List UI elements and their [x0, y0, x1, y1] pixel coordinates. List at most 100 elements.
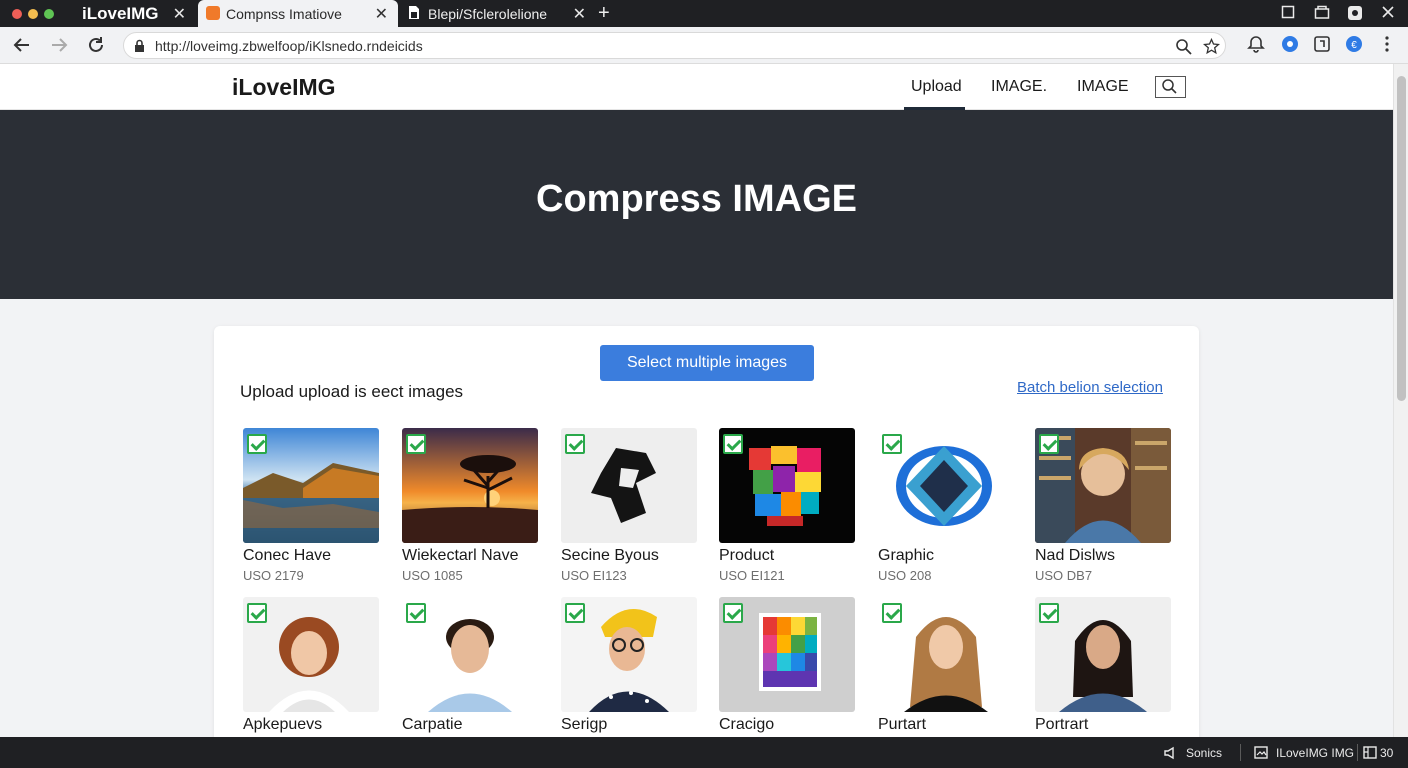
image-tile[interactable] [878, 597, 1014, 712]
select-multiple-images-button[interactable]: Select multiple images [600, 345, 814, 381]
search-icon [1162, 79, 1177, 94]
extensions-puzzle-icon[interactable] [1313, 35, 1331, 53]
hero-banner: Compress IMAGE [0, 110, 1393, 299]
browser-toolbar: http://loveimg.zbwelfoop/iKlsnedo.rndeic… [0, 27, 1408, 64]
batch-selection-link[interactable]: Batch belion selection [1017, 379, 1163, 396]
image-name: Secine Byous [561, 547, 659, 564]
image-name: Serigp [561, 716, 608, 733]
image-size: USO EI123 [561, 568, 627, 583]
nav-image-2[interactable]: IMAGE [1077, 78, 1129, 96]
selected-checkbox-icon[interactable] [882, 434, 902, 454]
image-tile[interactable] [402, 428, 538, 543]
selected-checkbox-icon[interactable] [882, 603, 902, 623]
status-bar: Sonics ILoveIMG IMG 30 [0, 737, 1408, 768]
status-item-count: 30 [1380, 746, 1394, 760]
image-tile[interactable] [719, 428, 855, 543]
page-scrollbar[interactable] [1393, 64, 1408, 737]
tab-label: Compnss Imatiove [226, 5, 342, 22]
sound-icon[interactable] [1163, 746, 1179, 760]
restore-window-icon[interactable] [1281, 5, 1295, 19]
extension-icon[interactable] [1347, 5, 1363, 21]
upload-label: Upload upload is eect images [240, 382, 464, 401]
image-name: Portrart [1035, 716, 1089, 733]
status-divider [1240, 744, 1241, 761]
document-icon [409, 6, 419, 19]
new-tab-icon[interactable]: + [598, 2, 610, 24]
image-size: USO 208 [878, 568, 932, 583]
image-tile[interactable] [402, 597, 538, 712]
image-name: Product [719, 547, 775, 564]
notifications-bell-icon[interactable] [1247, 35, 1265, 53]
selected-checkbox-icon[interactable] [406, 434, 426, 454]
minimize-window-dot[interactable] [28, 9, 38, 19]
selected-checkbox-icon[interactable] [565, 434, 585, 454]
site-logo[interactable]: iLoveIMG [232, 74, 336, 101]
close-tab-icon[interactable]: ✕ [173, 4, 186, 24]
tab-search-icon[interactable] [1314, 5, 1330, 19]
nav-image-1[interactable]: IMAGE. [991, 78, 1047, 96]
maximize-window-dot[interactable] [44, 9, 54, 19]
svg-text:€: € [1351, 40, 1357, 51]
selected-checkbox-icon[interactable] [723, 603, 743, 623]
status-item-app[interactable]: ILoveIMG IMG [1276, 746, 1354, 760]
page-title: Compress IMAGE [536, 178, 857, 220]
image-name: Conec Have [243, 547, 332, 564]
selected-checkbox-icon[interactable] [565, 603, 585, 623]
scrollbar-thumb[interactable] [1397, 76, 1406, 401]
close-window-icon[interactable] [1381, 5, 1395, 19]
grid-icon [1363, 746, 1377, 759]
menu-kebab-icon[interactable] [1378, 35, 1396, 53]
selected-checkbox-icon[interactable] [1039, 434, 1059, 454]
nav-upload[interactable]: Upload [911, 78, 962, 96]
tab-compress[interactable]: Compnss Imatiove ✕ [198, 0, 398, 27]
selected-checkbox-icon[interactable] [723, 434, 743, 454]
image-tile[interactable] [561, 597, 697, 712]
selected-checkbox-icon[interactable] [406, 603, 426, 623]
image-tile[interactable] [243, 428, 379, 543]
account-avatar-icon[interactable]: € [1345, 35, 1363, 53]
window-controls [12, 9, 54, 19]
image-tile[interactable] [1035, 428, 1171, 543]
site-header: iLoveIMG Upload IMAGE. IMAGE [0, 64, 1393, 110]
image-name: Apkepuevs [243, 716, 323, 733]
image-name: Carpatie [402, 716, 463, 733]
image-name: Graphic [878, 547, 935, 564]
image-tile[interactable] [1035, 597, 1171, 712]
image-icon [1254, 746, 1268, 759]
close-tab-icon[interactable]: ✕ [573, 4, 586, 24]
browser-tab-bar: iLoveIMG ✕ Compnss Imatiove ✕ Blepi/Sfcl… [0, 0, 1408, 27]
selected-checkbox-icon[interactable] [247, 603, 267, 623]
tab-third[interactable]: Blepi/Sfclerolelione ✕ [400, 0, 596, 27]
image-tile[interactable] [878, 428, 1014, 543]
status-item-sonics[interactable]: Sonics [1186, 746, 1222, 760]
image-size: USO 1085 [402, 568, 463, 583]
url-text: http://loveimg.zbwelfoop/iKlsnedo.rndeic… [155, 38, 423, 54]
selected-checkbox-icon[interactable] [1039, 603, 1059, 623]
back-icon[interactable] [11, 34, 33, 56]
image-name: Wiekectarl Nave [402, 547, 519, 564]
image-name: Nad Dislws [1035, 547, 1116, 564]
status-divider [1357, 744, 1358, 761]
upload-card: Select multiple images Upload upload is … [214, 326, 1199, 756]
profile-sync-icon[interactable] [1281, 35, 1299, 53]
close-tab-icon[interactable]: ✕ [375, 4, 388, 24]
lock-icon [135, 39, 144, 52]
image-tile[interactable] [561, 428, 697, 543]
search-icon[interactable] [1175, 38, 1192, 55]
close-window-dot[interactable] [12, 9, 22, 19]
forward-icon[interactable] [48, 34, 70, 56]
selected-checkbox-icon[interactable] [247, 434, 267, 454]
image-tile[interactable] [719, 597, 855, 712]
tab-iloveimg[interactable]: iLoveIMG ✕ [62, 0, 196, 27]
favicon-icon [206, 6, 220, 20]
reload-icon[interactable] [85, 34, 107, 56]
bookmark-star-icon[interactable] [1203, 38, 1220, 55]
site-search-button[interactable] [1155, 76, 1186, 98]
address-bar[interactable]: http://loveimg.zbwelfoop/iKlsnedo.rndeic… [123, 32, 1226, 59]
tab-label: iLoveIMG [82, 3, 159, 23]
image-tile[interactable] [243, 597, 379, 712]
image-size: USO 2179 [243, 568, 304, 583]
image-name: Purtart [878, 716, 927, 733]
image-size: USO EI121 [719, 568, 785, 583]
image-name: Cracigo [719, 716, 775, 733]
